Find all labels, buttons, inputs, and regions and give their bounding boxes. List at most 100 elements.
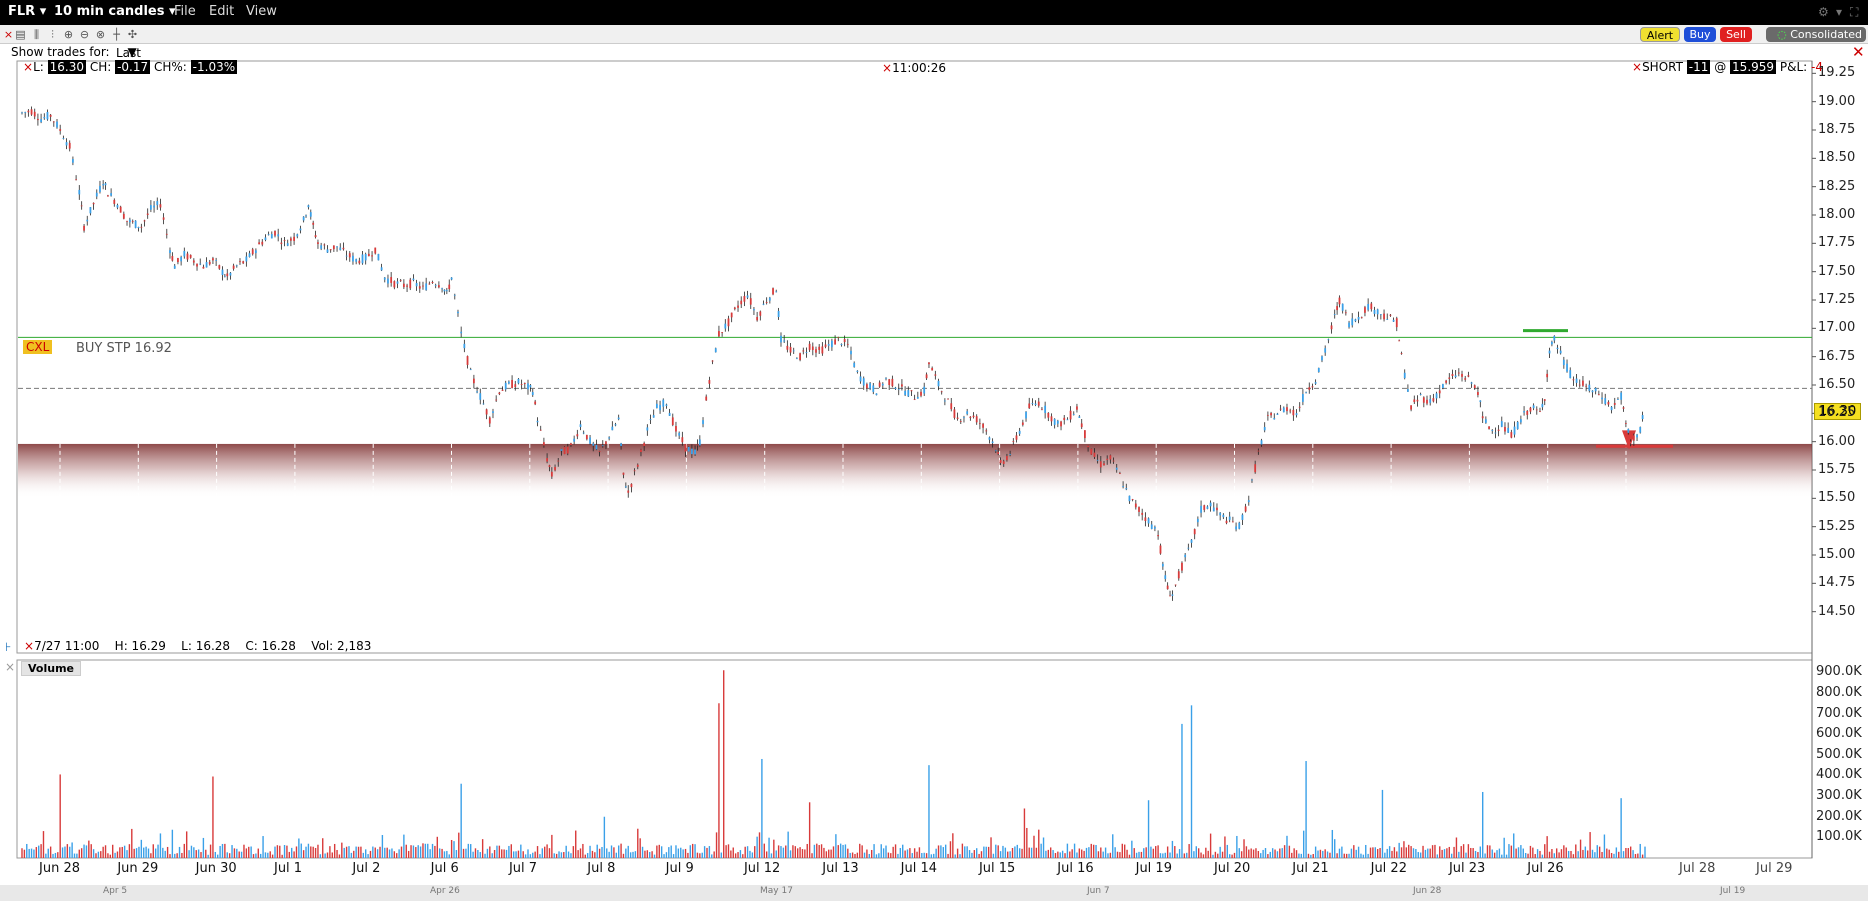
candle-body bbox=[1484, 419, 1487, 423]
volume-bar bbox=[436, 836, 438, 858]
candle-body bbox=[1641, 415, 1644, 420]
position-avg-price: 15.959 bbox=[1730, 60, 1777, 74]
candle-body bbox=[543, 442, 545, 446]
volume-bar bbox=[773, 839, 775, 858]
volume-bar bbox=[345, 846, 348, 858]
volume-bar bbox=[1322, 850, 1324, 858]
candle-body bbox=[1321, 356, 1323, 361]
candle-body bbox=[1270, 412, 1272, 416]
time-tick-label: Jul 29 bbox=[1756, 861, 1793, 876]
volume-bar bbox=[1331, 829, 1334, 858]
candle-body bbox=[582, 432, 585, 434]
volume-tick-label: 700.0K bbox=[1816, 705, 1862, 721]
volume-bar bbox=[952, 833, 954, 858]
position-close-icon[interactable]: × bbox=[1632, 60, 1642, 74]
volume-bar bbox=[1088, 847, 1090, 858]
candle-body bbox=[907, 390, 910, 397]
volume-bar bbox=[606, 848, 608, 858]
volume-bar bbox=[1400, 847, 1403, 858]
candle-body bbox=[1056, 420, 1059, 424]
volume-bar bbox=[1343, 853, 1345, 858]
volume-bar bbox=[1365, 844, 1367, 858]
volume-bar bbox=[567, 851, 570, 858]
volume-bar bbox=[166, 846, 169, 858]
volume-bar bbox=[107, 853, 109, 858]
volume-bar bbox=[1271, 848, 1274, 858]
volume-bar bbox=[1379, 848, 1381, 858]
last-value: 16.30 bbox=[47, 60, 86, 74]
volume-bar bbox=[861, 845, 863, 858]
candle-body bbox=[1523, 411, 1525, 413]
volume-bar bbox=[751, 852, 754, 858]
volume-close-icon[interactable]: × bbox=[5, 660, 15, 674]
candle-body bbox=[789, 346, 792, 353]
candle-body bbox=[1238, 522, 1241, 529]
candle-body bbox=[792, 350, 795, 352]
volume-bar bbox=[627, 845, 629, 858]
volume-bar bbox=[1618, 851, 1620, 858]
volume-bar bbox=[1016, 844, 1018, 858]
candle-body bbox=[418, 286, 421, 289]
candle-body bbox=[1295, 413, 1298, 416]
candle-body bbox=[501, 389, 504, 391]
volume-bar bbox=[123, 845, 126, 858]
candle-body bbox=[1348, 322, 1350, 328]
cancel-order-button[interactable]: CXL bbox=[23, 340, 53, 354]
candle-body bbox=[116, 204, 119, 208]
volume-bar bbox=[806, 843, 808, 858]
volume-bar bbox=[92, 849, 95, 858]
volume-bar bbox=[1424, 849, 1427, 858]
candle-body bbox=[482, 403, 485, 405]
bar-info-close-icon[interactable]: × bbox=[24, 639, 34, 653]
volume-bar bbox=[873, 844, 875, 858]
candle-body bbox=[749, 298, 752, 305]
candle-body bbox=[953, 409, 956, 418]
volume-bar bbox=[835, 834, 837, 858]
volume-bar bbox=[162, 847, 164, 858]
candle-body bbox=[1311, 386, 1314, 388]
volume-bar bbox=[777, 845, 780, 858]
volume-bar bbox=[388, 849, 391, 858]
candle-body bbox=[1367, 303, 1370, 310]
volume-bar bbox=[577, 850, 579, 858]
volume-bar bbox=[1357, 846, 1360, 858]
volume-bar bbox=[856, 852, 859, 858]
chart-canvas[interactable] bbox=[0, 0, 1868, 901]
quote-close-icon[interactable]: × bbox=[23, 60, 33, 74]
volume-bar bbox=[1412, 848, 1415, 858]
price-tick-label: 18.25 bbox=[1818, 178, 1856, 194]
volume-bar bbox=[878, 853, 880, 858]
volume-bar bbox=[443, 851, 446, 858]
candle-body bbox=[1470, 382, 1473, 384]
candle-body bbox=[772, 288, 774, 295]
candle-body bbox=[95, 192, 98, 197]
candle-body bbox=[1044, 405, 1047, 413]
candle-body bbox=[1601, 397, 1603, 400]
candle-body bbox=[1060, 421, 1062, 427]
volume-bar bbox=[1133, 848, 1135, 858]
clock-close-icon[interactable]: × bbox=[882, 61, 892, 75]
volume-bar bbox=[30, 848, 33, 858]
volume-bar bbox=[104, 845, 107, 858]
candle-body bbox=[636, 464, 639, 467]
chart-tool-icon[interactable]: ⊦ bbox=[5, 640, 11, 654]
candle-body bbox=[283, 240, 286, 242]
volume-bar bbox=[885, 845, 887, 858]
volume-bar bbox=[460, 783, 462, 858]
volume-bar bbox=[1329, 852, 1331, 858]
candle-body bbox=[1203, 505, 1206, 510]
volume-bar bbox=[393, 851, 396, 858]
volume-bar bbox=[54, 852, 57, 858]
price-tick-label: 17.75 bbox=[1818, 235, 1856, 251]
volume-bar bbox=[1341, 846, 1343, 858]
candle-body bbox=[690, 448, 693, 455]
volume-bar bbox=[1560, 849, 1563, 858]
volume-bar bbox=[45, 853, 47, 858]
volume-bar bbox=[1591, 849, 1594, 858]
volume-bar bbox=[1097, 851, 1100, 858]
candle-body bbox=[1532, 405, 1535, 409]
candle-body bbox=[1519, 419, 1522, 423]
candle-body bbox=[358, 260, 361, 264]
candle-body bbox=[83, 225, 85, 231]
candle-body bbox=[192, 260, 195, 263]
